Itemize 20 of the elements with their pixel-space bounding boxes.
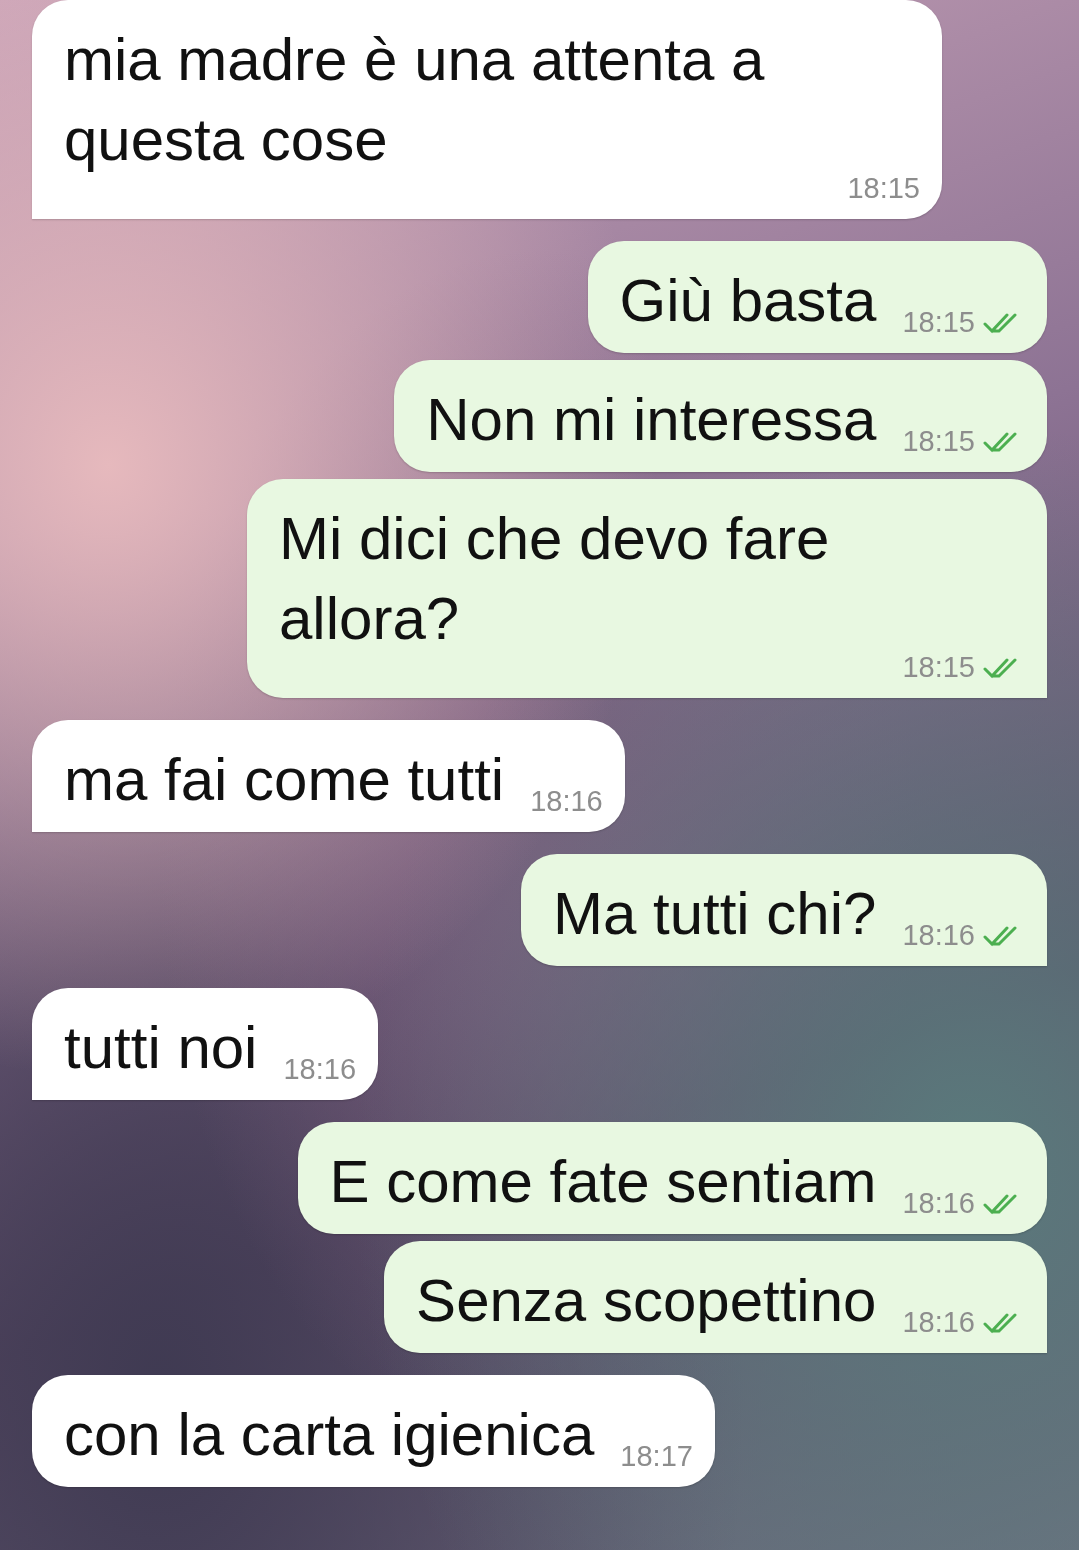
message-text: Senza scopettino xyxy=(416,1266,877,1336)
message-text: E come fate sentiam xyxy=(329,1147,877,1217)
message-text: con la carta igienica xyxy=(64,1400,595,1470)
message-time: 18:16 xyxy=(902,1306,975,1339)
message-time: 18:15 xyxy=(902,651,975,684)
message-time: 18:16 xyxy=(902,919,975,952)
message-text: mia madre è una attenta a questa cose xyxy=(64,25,766,175)
message-time: 18:16 xyxy=(902,1187,975,1220)
message-time: 18:16 xyxy=(530,785,603,818)
message-time: 18:17 xyxy=(620,1440,693,1473)
message-text: Giù basta xyxy=(619,266,877,336)
message-text: Mi dici che devo fare allora? xyxy=(279,504,831,654)
message-time: 18:15 xyxy=(847,172,920,205)
message-time: 18:15 xyxy=(902,425,975,458)
message-time: 18:15 xyxy=(902,306,975,339)
message-text: tutti noi xyxy=(64,1013,258,1083)
message-text: ma fai come tutti xyxy=(64,745,505,815)
message-time: 18:16 xyxy=(283,1053,357,1086)
message-text: Non mi interessa xyxy=(426,385,877,455)
message-text: Ma tutti chi? xyxy=(552,879,877,949)
